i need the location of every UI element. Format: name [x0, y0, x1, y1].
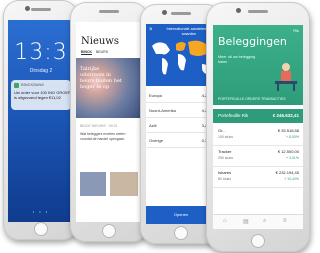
person-illustration-icon [275, 63, 297, 91]
news-thumbnail[interactable] [80, 172, 106, 196]
holding-change: + 8,53% [286, 135, 299, 139]
notification-card[interactable]: BINCKBANK Uw order voor 100 ING GROEP is… [11, 80, 71, 110]
portfolio-value: € 246.632,41 [272, 113, 299, 118]
holding-quantity: 250 stuks [218, 156, 233, 160]
lock-time: 13:3 [14, 40, 68, 65]
holding-value: € 33.516,58 [277, 128, 299, 133]
lock-date: Dinsdag 2 [29, 68, 53, 74]
page-title: Nieuws [81, 36, 119, 47]
holding-name: Tracker [218, 149, 232, 154]
page-title: Beleggingen [218, 35, 287, 48]
search-icon[interactable]: ⌕ [263, 218, 266, 225]
lock-screen: 13:3 Dinsdag 2 BINCKBANK Uw order voor 1… [8, 20, 74, 222]
phone-news: Nieuws BINCK BEURS Talrijke uitstroom in… [70, 2, 148, 242]
holdings-list: Gr... 100 stuks € 33.516,58 + 8,53% Trac… [213, 125, 303, 188]
market-label: Noord-Amerika [149, 108, 176, 113]
speaker [248, 10, 268, 13]
home-button[interactable] [33, 222, 48, 236]
holding-name: Ishares [218, 170, 232, 175]
holding-quantity: 80 stuks [218, 177, 232, 181]
notification-text: Uw order voor 100 ING GROEP is uitgevoer… [14, 90, 71, 100]
home-button[interactable] [102, 224, 116, 238]
list-item[interactable]: Gr... 100 stuks € 33.516,58 + 8,53% [213, 125, 303, 146]
list-item[interactable]: Ishares 80 stuks € 232.194,45 + 10,42% [213, 167, 303, 188]
news-meta: BINCK NIEUWS · 09:31 [80, 124, 118, 128]
holding-value: € 232.194,45 [275, 170, 299, 175]
news-headline[interactable]: Talrijke uitstroom in beurs buiten het h… [80, 66, 125, 90]
home-icon[interactable]: ⌂ [223, 218, 227, 224]
holding-change: + 3,01% [286, 156, 299, 160]
news-body: Wat beleggers moeten weten voordat de ha… [80, 132, 126, 141]
menu-icon[interactable]: ≡ [283, 218, 287, 224]
home-button[interactable] [174, 226, 188, 240]
phone-investments: Rik Beleggingen Meer uit uw belegging ha… [206, 2, 310, 252]
portfolio-label: Portefeuille Rik [218, 113, 249, 118]
camera [25, 6, 30, 11]
phone-lock-screen: 13:3 Dinsdag 2 BINCKBANK Uw order voor 1… [3, 0, 78, 240]
holding-quantity: 100 stuks [218, 135, 233, 139]
app-icon [14, 83, 19, 88]
news-tabs: BINCK BEURS [81, 50, 108, 55]
list-item[interactable]: Tracker 250 stuks € 12.500,00 + 3,01% [213, 146, 303, 167]
tab-beurs[interactable]: BEURS [96, 50, 108, 54]
investments-screen: Rik Beleggingen Meer uit uw belegging ha… [213, 25, 303, 229]
news-screen: Nieuws BINCK BEURS Talrijke uitstroom in… [76, 22, 143, 222]
news-thumbnail[interactable] [110, 172, 138, 196]
investments-tabs[interactable]: PORTEFEUILLE ORDERS TRANSACTIES [213, 97, 303, 101]
market-label: Azië [149, 123, 157, 128]
bottom-nav: ⌂ ▤ ⌕ ≡ [213, 214, 303, 229]
holding-value: € 12.500,00 [277, 149, 299, 154]
portfolio-total[interactable]: Portefeuille Rik € 246.632,41 [213, 109, 303, 123]
speaker [30, 8, 51, 11]
holding-name: Gr... [218, 128, 226, 133]
investments-header: Rik Beleggingen Meer uit uw belegging ha… [213, 25, 303, 105]
speaker [171, 12, 191, 15]
market-label: Europa [149, 93, 162, 98]
camera [236, 8, 241, 13]
market-label: Overige [149, 138, 164, 143]
speaker [99, 10, 119, 13]
home-button[interactable] [251, 234, 265, 248]
chart-icon[interactable]: ▤ [243, 218, 249, 225]
camera [162, 10, 167, 15]
holding-change: + 10,42% [284, 177, 299, 181]
page-subtitle: Meer uit uw belegging halen [218, 55, 256, 64]
notification-app-name: BINCKBANK [21, 82, 45, 87]
user-tag[interactable]: Rik [293, 28, 299, 33]
tab-binck[interactable]: BINCK [81, 50, 93, 55]
page-dots: • • • [32, 209, 50, 214]
